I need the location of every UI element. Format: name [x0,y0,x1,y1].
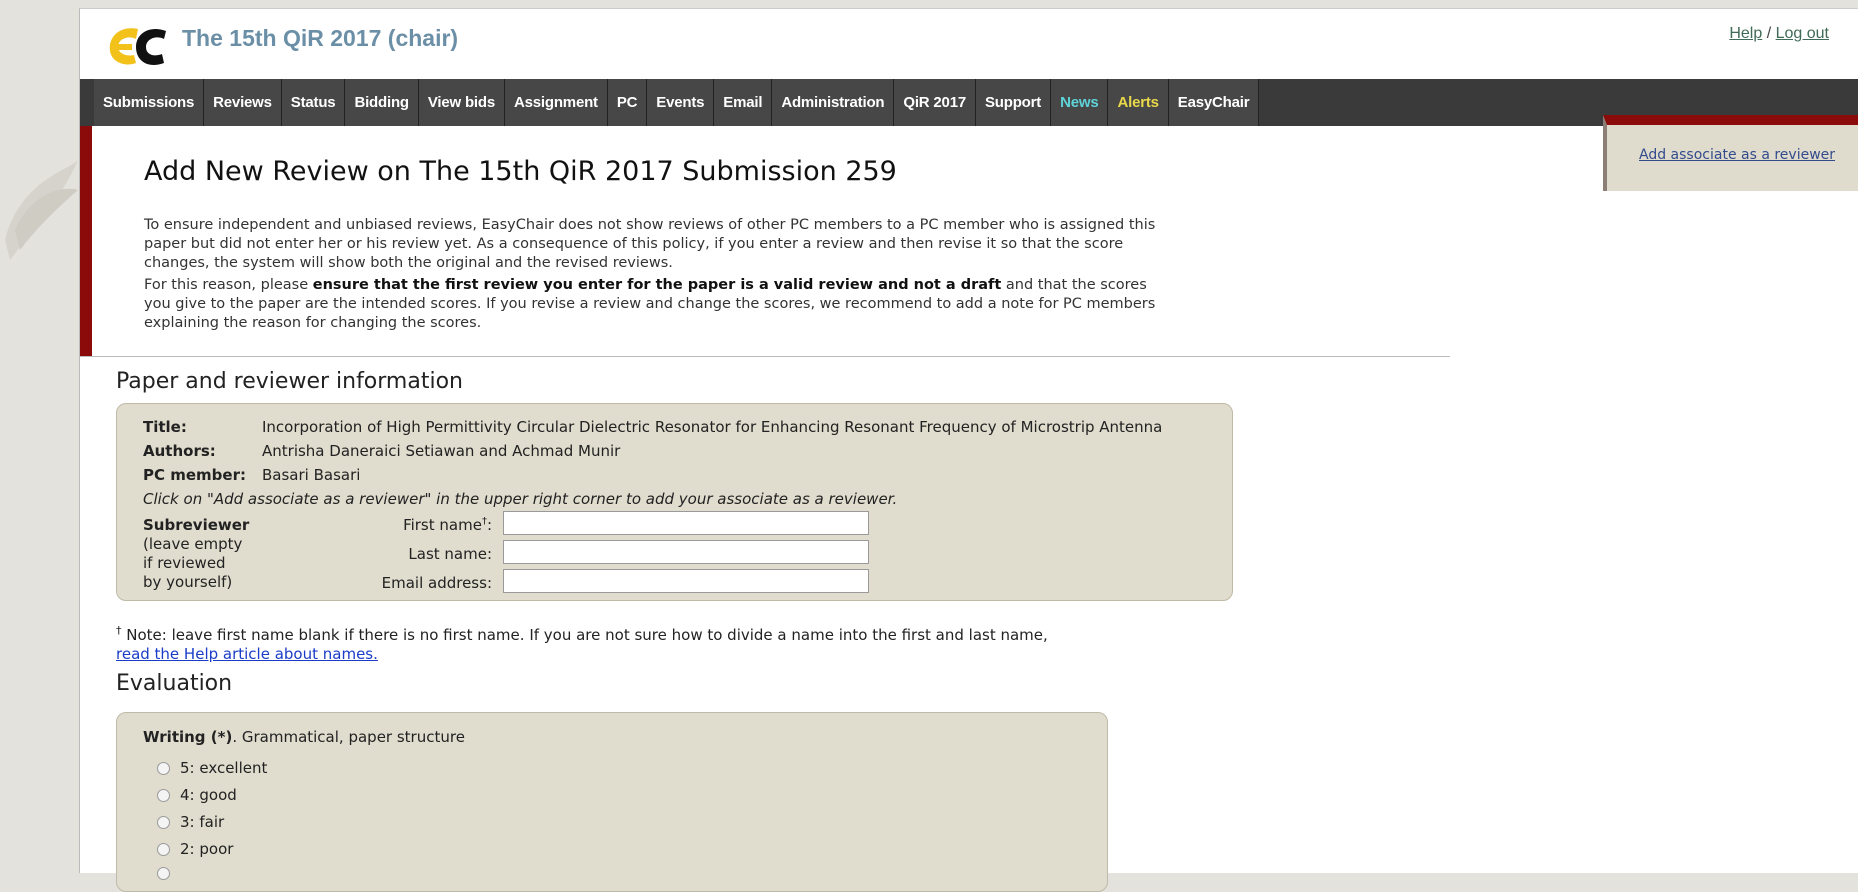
nav-view-bids[interactable]: View bids [418,79,505,126]
radio-button[interactable] [157,867,170,880]
email-label: Email address: [381,574,492,592]
radio-button[interactable] [157,815,170,829]
evaluation-section-title: Evaluation [116,671,233,696]
nav-support[interactable]: Support [975,79,1052,126]
nav-submissions[interactable]: Submissions [94,79,205,126]
paper-section-title: Paper and reviewer information [116,369,463,394]
nav-alerts[interactable]: Alerts [1108,79,1169,126]
app-title: The 15th QiR 2017 (chair) [182,25,459,51]
title-label: Title: [143,418,187,436]
radio-button[interactable] [157,842,170,856]
nav-assignment[interactable]: Assignment [505,79,608,126]
intro-emphasis: ensure that the first review you enter f… [312,277,1002,293]
last-name-label: Last name: [408,545,492,563]
main-page: The 15th QiR 2017 (chair) Help / Log out… [79,8,1858,892]
top-links: Help / Log out [1729,25,1829,43]
radio-button[interactable] [157,761,170,775]
easychair-logo [109,28,166,66]
intro-section: Add New Review on The 15th QiR 2017 Subm… [80,126,1450,356]
names-help-link[interactable]: read the Help article about names. [116,645,378,663]
nav-administration[interactable]: Administration [772,79,895,126]
writing-option-2[interactable]: 2: poor [157,840,233,858]
intro-paragraph-1: To ensure independent and unbiased revie… [144,217,1156,271]
associate-hint: Click on "Add associate as a reviewer" i… [143,490,898,508]
nav-news[interactable]: News [1051,79,1109,126]
nav-easychair[interactable]: EasyChair [1168,79,1260,126]
page-title: Add New Review on The 15th QiR 2017 Subm… [144,156,897,187]
authors-label: Authors: [143,442,216,460]
radio-button[interactable] [157,788,170,802]
nav-reviews[interactable]: Reviews [204,79,282,126]
nav-qir-2017[interactable]: QiR 2017 [894,79,976,126]
paper-info-box: Title: Incorporation of High Permittivit… [116,403,1233,601]
authors-value: Antrisha Daneraici Setiawan and Achmad M… [262,442,621,460]
first-name-label: First name†: [403,516,492,534]
nav-status[interactable]: Status [281,79,346,126]
writing-option-3[interactable]: 3: fair [157,813,224,831]
first-name-input[interactable] [503,511,869,535]
intro-paragraph-2: For this reason, please ensure that the … [144,277,1156,331]
side-panel: Add associate as a reviewer [1603,115,1858,191]
add-associate-link[interactable]: Add associate as a reviewer [1639,147,1835,163]
nav-bidding[interactable]: Bidding [345,79,419,126]
nav-email[interactable]: Email [714,79,773,126]
background-swirl-decoration [5,160,78,260]
nav-events[interactable]: Events [647,79,715,126]
pc-member-label: PC member: [143,466,246,484]
writing-option-1-partial[interactable] [157,867,180,880]
paper-title-value: Incorporation of High Permittivity Circu… [262,418,1163,436]
evaluation-box: Writing (*). Grammatical, paper structur… [116,712,1108,892]
logout-link[interactable]: Log out [1776,25,1829,42]
header: The 15th QiR 2017 (chair) Help / Log out [80,9,1858,79]
email-input[interactable] [503,569,869,593]
help-link[interactable]: Help [1729,25,1762,42]
name-note: † Note: leave first name blank if there … [116,624,1048,663]
subreviewer-label: Subreviewer (leave empty if reviewed by … [143,516,250,591]
writing-option-4[interactable]: 4: good [157,786,237,804]
nav-pc[interactable]: PC [607,79,648,126]
pc-member-value: Basari Basari [262,466,361,484]
last-name-input[interactable] [503,540,869,564]
writing-option-5[interactable]: 5: excellent [157,759,267,777]
divider [80,356,1450,357]
main-nav: Submissions Reviews Status Bidding View … [80,79,1858,126]
writing-question: Writing (*). Grammatical, paper structur… [143,728,465,746]
link-separator: / [1766,25,1772,42]
